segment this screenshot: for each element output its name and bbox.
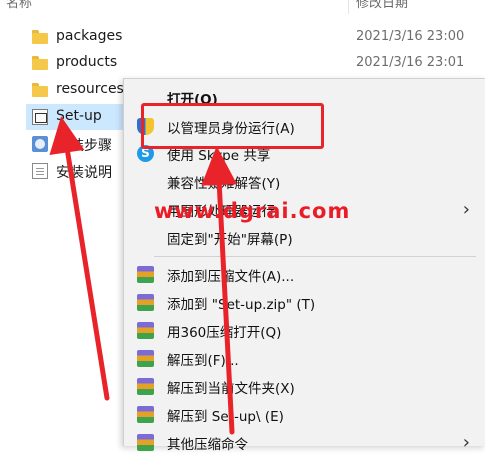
menu-item-label: 用360压缩打开(Q) (167, 325, 282, 341)
folder-icon (32, 29, 48, 45)
file-date: 2021/3/16 23:00 (356, 29, 465, 44)
column-header: 名称 修改日期 (0, 0, 485, 12)
archive-icon (137, 378, 154, 395)
menu-item-extract-here[interactable]: 解压到当前文件夹(X) (124, 374, 485, 400)
archive-icon (137, 350, 154, 367)
folder-icon (32, 55, 48, 71)
column-name-header[interactable]: 名称 (6, 0, 32, 11)
file-date: 2021/3/16 23:01 (356, 55, 465, 70)
file-name: packages (56, 28, 123, 44)
text-file-icon (32, 163, 48, 179)
archive-icon (137, 434, 154, 451)
menu-item-label: 解压到当前文件夹(X) (167, 381, 295, 397)
chevron-right-icon: › (462, 432, 470, 453)
column-date-header[interactable]: 修改日期 (356, 0, 408, 11)
folder-icon (32, 82, 48, 98)
menu-item-pin-start[interactable]: 固定到"开始"屏幕(P) (124, 225, 485, 251)
exe-icon (32, 109, 48, 125)
menu-item-label: 解压到 Set-up\ (E) (167, 409, 284, 425)
menu-separator (154, 256, 476, 257)
menu-item-label: 解压到(F)... (167, 353, 239, 369)
highlight-box (141, 103, 324, 149)
watermark: www.dgrai.com (154, 199, 351, 223)
arrow-to-setup (64, 145, 110, 401)
menu-item-label: 添加到压缩文件(A)... (167, 269, 295, 285)
file-name: Set-up (56, 108, 102, 124)
archive-icon (137, 322, 154, 339)
file-row-packages[interactable]: packages 2021/3/16 23:00 (26, 24, 485, 50)
file-name: resources (56, 81, 124, 97)
file-name: products (56, 54, 118, 70)
menu-item-extract-to[interactable]: 解压到(F)... (124, 346, 485, 372)
archive-icon (137, 266, 154, 283)
column-divider[interactable] (348, 0, 349, 14)
menu-item-label: 其他压缩命令 (167, 437, 248, 453)
file-row-products[interactable]: products 2021/3/16 23:01 (26, 50, 485, 76)
file-name: 安装步骤 (56, 138, 112, 154)
menu-item-label: 固定到"开始"屏幕(P) (167, 232, 293, 248)
setup-icon (32, 136, 48, 152)
menu-item-label: 添加到 "Set-up.zip" (T) (167, 297, 316, 313)
archive-icon (137, 294, 154, 311)
menu-item-add-archive[interactable]: 添加到压缩文件(A)... (124, 262, 485, 288)
file-name: 安装说明 (56, 165, 112, 181)
menu-item-more-compress[interactable]: 其他压缩命令 › (124, 430, 485, 456)
chevron-right-icon: › (462, 199, 470, 220)
menu-item-open-360[interactable]: 用360压缩打开(Q) (124, 318, 485, 344)
menu-item-add-zip[interactable]: 添加到 "Set-up.zip" (T) (124, 290, 485, 316)
file-row-setup[interactable]: Set-up (26, 104, 126, 130)
menu-item-extract-setup[interactable]: 解压到 Set-up\ (E) (124, 402, 485, 428)
menu-item-compatibility[interactable]: 兼容性疑难解答(Y) (124, 169, 485, 195)
archive-icon (137, 406, 154, 423)
menu-item-label: 兼容性疑难解答(Y) (167, 176, 281, 192)
